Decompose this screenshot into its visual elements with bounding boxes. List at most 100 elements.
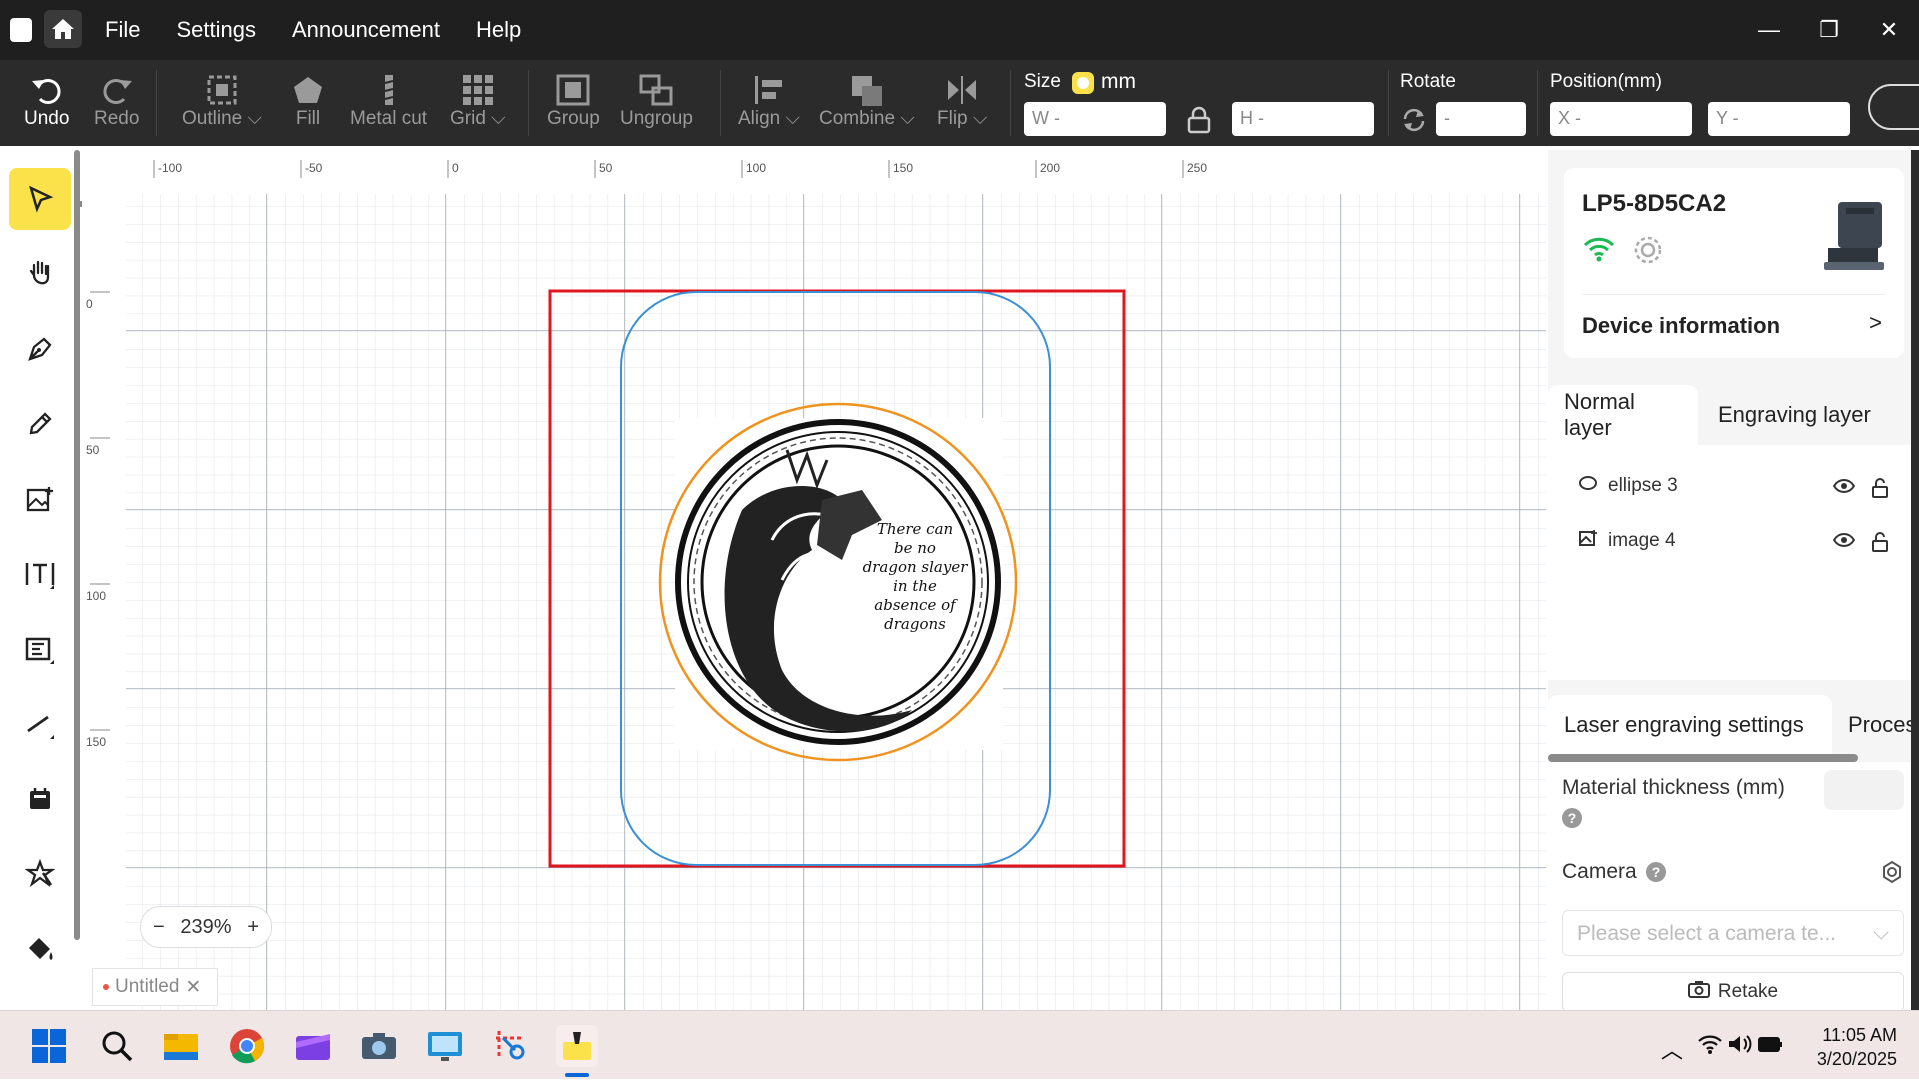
menu-help[interactable]: Help <box>476 17 521 43</box>
paint-bucket-icon[interactable] <box>9 918 71 980</box>
magic-tool-icon[interactable] <box>9 843 71 905</box>
position-y-input[interactable]: Y - <box>1708 102 1850 136</box>
right-panel: LP5-8D5CA2 Device information > Normal l… <box>1548 150 1919 1012</box>
pen-tool-icon[interactable] <box>9 318 71 380</box>
material-thickness-input[interactable] <box>1824 770 1904 810</box>
system-clock[interactable]: 11:05 AM 3/20/2025 <box>1817 1023 1897 1071</box>
device-information-link[interactable]: Device information <box>1582 313 1780 339</box>
start-button-windows-icon[interactable] <box>28 1025 70 1067</box>
flip-button[interactable]: Flip ⌵ <box>937 72 987 130</box>
menu-file[interactable]: File <box>105 17 140 43</box>
settings-panel: Material thickness (mm) ? Camera ? Pleas… <box>1548 762 1919 1012</box>
tab-laser-engraving-settings[interactable]: Laser engraving settings <box>1548 695 1832 755</box>
camera-select[interactable]: Please select a camera te... ⌵ <box>1562 910 1904 956</box>
zoom-control: − 239% + <box>140 906 272 948</box>
camera-app-icon[interactable] <box>358 1025 400 1067</box>
rotate-input[interactable]: - <box>1436 102 1526 136</box>
menu-settings[interactable]: Settings <box>176 17 256 43</box>
grid-icon <box>461 72 495 108</box>
battery-icon[interactable] <box>1757 1033 1785 1060</box>
layer-item-image[interactable]: image 4 <box>1578 529 1676 553</box>
design-canvas[interactable]: -100 -50 0 50 100 150 200 250 0 50 100 150 There c… <box>82 150 1546 1010</box>
wifi-icon <box>1582 234 1616 267</box>
home-button[interactable] <box>44 10 82 48</box>
image-tool-icon[interactable] <box>9 468 71 530</box>
clipchamp-icon[interactable] <box>292 1025 334 1067</box>
tab-normal-layer[interactable]: Normal layer <box>1548 385 1698 445</box>
network-wifi-icon[interactable] <box>1697 1033 1723 1060</box>
taskbar: ︿ 11:05 AM 3/20/2025 <box>0 1010 1919 1079</box>
tab-engraving-layer[interactable]: Engraving layer <box>1702 385 1887 445</box>
right-panel-scrollbar[interactable] <box>1911 150 1919 1010</box>
close-tab-icon[interactable]: ✕ <box>185 976 201 999</box>
line-tool-icon[interactable] <box>9 693 71 755</box>
tab-process[interactable]: Proces <box>1832 695 1919 755</box>
device-settings-gear-icon[interactable] <box>1632 234 1664 271</box>
show-hidden-icons-chevron-up-icon[interactable]: ︿ <box>1661 1033 1683 1065</box>
outline-button[interactable]: Outline ⌵ <box>182 72 262 130</box>
ruler-x-label: 0 <box>452 161 459 175</box>
group-button[interactable]: Group <box>547 72 600 130</box>
pencil-tool-icon[interactable] <box>9 393 71 455</box>
rotate-icon[interactable] <box>1401 107 1427 138</box>
device-connect-button[interactable] <box>1868 84 1919 130</box>
help-icon[interactable]: ? <box>1562 808 1582 828</box>
retake-button[interactable]: Retake <box>1562 972 1904 1012</box>
lock-ratio-icon[interactable] <box>1186 106 1212 139</box>
laser-app-icon[interactable] <box>556 1025 598 1067</box>
metal-cut-button[interactable]: Metal cut <box>350 72 427 130</box>
shape-library-icon[interactable] <box>9 768 71 830</box>
zoom-in-button[interactable]: + <box>247 916 259 939</box>
restore-button[interactable]: ❐ <box>1799 0 1859 60</box>
width-input[interactable]: W - <box>1024 102 1166 136</box>
document-tab-title: Untitled <box>115 976 180 997</box>
close-button[interactable]: ✕ <box>1859 0 1919 60</box>
align-icon <box>752 72 786 108</box>
ungroup-button[interactable]: Ungroup <box>620 72 693 130</box>
file-explorer-icon[interactable] <box>160 1025 202 1067</box>
hand-tool-icon[interactable] <box>9 243 71 305</box>
ruler-x-label: 250 <box>1187 161 1207 175</box>
undo-icon <box>30 72 64 108</box>
text-tool-icon[interactable] <box>9 543 71 605</box>
canvas-vertical-scrollbar[interactable] <box>74 150 80 940</box>
select-tool-icon[interactable] <box>9 168 71 230</box>
minimize-button[interactable]: — <box>1739 0 1799 60</box>
eye-icon[interactable] <box>1832 478 1856 503</box>
outline-icon <box>205 72 239 108</box>
fill-icon <box>291 72 325 108</box>
chrome-icon[interactable] <box>226 1025 268 1067</box>
snipping-tool-icon[interactable] <box>490 1025 532 1067</box>
menu-announcement[interactable]: Announcement <box>292 17 440 43</box>
align-button[interactable]: Align ⌵ <box>738 72 800 130</box>
ruler-x-label: 100 <box>746 161 766 175</box>
camera-settings-gear-icon[interactable] <box>1880 860 1904 889</box>
title-bar: File Settings Announcement Help — ❐ ✕ <box>0 0 1919 60</box>
settings-tabs: Laser engraving settings Proces <box>1548 695 1919 755</box>
unlock-icon[interactable] <box>1871 478 1889 503</box>
document-tab[interactable]: Untitled ✕ <box>92 968 218 1006</box>
home-icon <box>52 19 74 39</box>
eye-icon[interactable] <box>1832 532 1856 557</box>
quote-line: be no <box>894 539 936 557</box>
search-icon[interactable] <box>96 1025 138 1067</box>
metal-cut-icon <box>379 72 399 108</box>
display-app-icon[interactable] <box>424 1025 466 1067</box>
redo-button[interactable]: Redo <box>94 72 139 130</box>
fill-button[interactable]: Fill <box>291 72 325 130</box>
combine-button[interactable]: Combine ⌵ <box>819 72 915 130</box>
help-icon[interactable]: ? <box>1646 862 1666 882</box>
undo-button[interactable]: Undo <box>24 72 69 130</box>
zoom-out-button[interactable]: − <box>153 916 165 939</box>
variable-text-tool-icon[interactable] <box>9 618 71 680</box>
layer-item-ellipse[interactable]: ellipse 3 <box>1578 475 1678 497</box>
volume-icon[interactable] <box>1727 1033 1753 1060</box>
height-input[interactable]: H - <box>1232 102 1374 136</box>
unlock-icon[interactable] <box>1871 532 1889 557</box>
active-app-indicator <box>565 1073 589 1077</box>
unit-toggle[interactable] <box>1072 72 1094 94</box>
position-x-input[interactable]: X - <box>1550 102 1692 136</box>
grid-button[interactable]: Grid ⌵ <box>450 72 506 130</box>
chevron-right-icon[interactable]: > <box>1869 310 1882 336</box>
settings-tabs-scrollbar[interactable] <box>1548 754 1858 762</box>
